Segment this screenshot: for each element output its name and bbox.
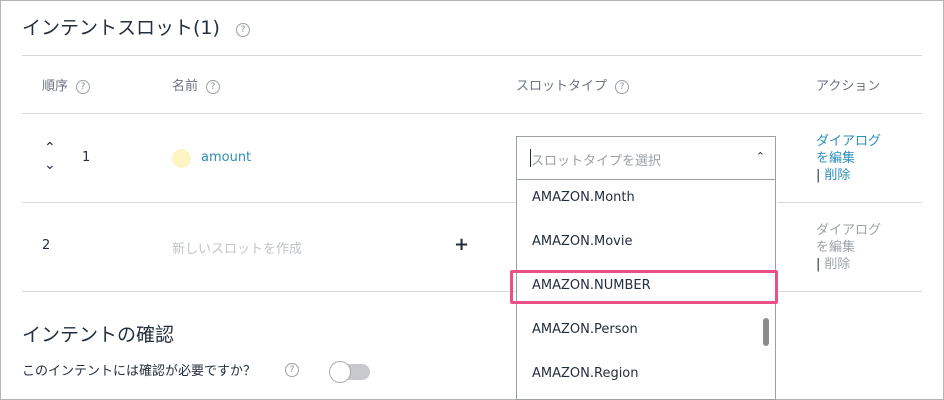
confirmation-question: このインテントには確認が必要ですか？ (22, 364, 257, 379)
column-header-name: 名前? (172, 75, 221, 94)
divider (778, 202, 922, 203)
new-slot-input[interactable]: 新しいスロットを作成 (172, 238, 302, 257)
delete-link[interactable]: 削除 (824, 168, 850, 183)
column-header-order: 順序? (42, 75, 91, 94)
delete-link: 削除 (824, 257, 851, 272)
help-icon[interactable]: ? (236, 23, 250, 37)
dropdown-option[interactable]: AMAZON.Person (532, 322, 638, 337)
dropdown-scrollbar[interactable] (763, 318, 769, 346)
chevron-up-icon[interactable]: ⌃ (756, 150, 765, 163)
section-title-intent-confirmation: インテントの確認 (22, 324, 175, 346)
confirmation-toggle[interactable] (329, 361, 370, 383)
action-separator: | (816, 168, 821, 183)
dropdown-option[interactable]: AMAZON.Region (532, 366, 639, 381)
slot-type-select[interactable]: スロットタイプを選択 ⌃ (516, 136, 776, 180)
row-number: 1 (82, 150, 91, 165)
divider (22, 113, 922, 114)
column-header-slot-type: スロットタイプ? (516, 75, 630, 94)
highlight-box (510, 270, 778, 304)
help-icon[interactable]: ? (615, 79, 630, 94)
edit-dialog-link: ダイアログ を編集 (816, 223, 882, 255)
toggle-knob (329, 361, 351, 383)
edit-dialog-link[interactable]: ダイアログ を編集 (816, 133, 892, 167)
add-slot-button[interactable]: + (454, 234, 469, 255)
divider (22, 202, 516, 203)
row-actions: ダイアログ を編集 | 削除 (816, 222, 892, 273)
divider (22, 291, 516, 292)
move-down-icon[interactable]: ⌄ (44, 158, 56, 172)
row-number: 2 (42, 238, 51, 253)
column-header-action: アクション (816, 79, 881, 94)
slot-type-placeholder: スロットタイプを選択 (531, 154, 662, 169)
slot-name-link[interactable]: amount (201, 150, 251, 165)
section-title-intent-slots: インテントスロット(1) (22, 17, 220, 39)
divider (778, 291, 922, 292)
dropdown-option[interactable]: AMAZON.Month (532, 190, 635, 205)
help-icon[interactable]: ? (285, 363, 299, 377)
row-actions: ダイアログ を編集 | 削除 (816, 133, 892, 184)
move-up-icon[interactable]: ⌃ (44, 141, 56, 155)
help-icon[interactable]: ? (76, 79, 91, 94)
slot-color-dot (172, 149, 191, 168)
dropdown-option[interactable]: AMAZON.Movie (532, 234, 632, 249)
divider (22, 55, 922, 56)
action-separator: | (816, 257, 821, 272)
help-icon[interactable]: ? (206, 79, 221, 94)
